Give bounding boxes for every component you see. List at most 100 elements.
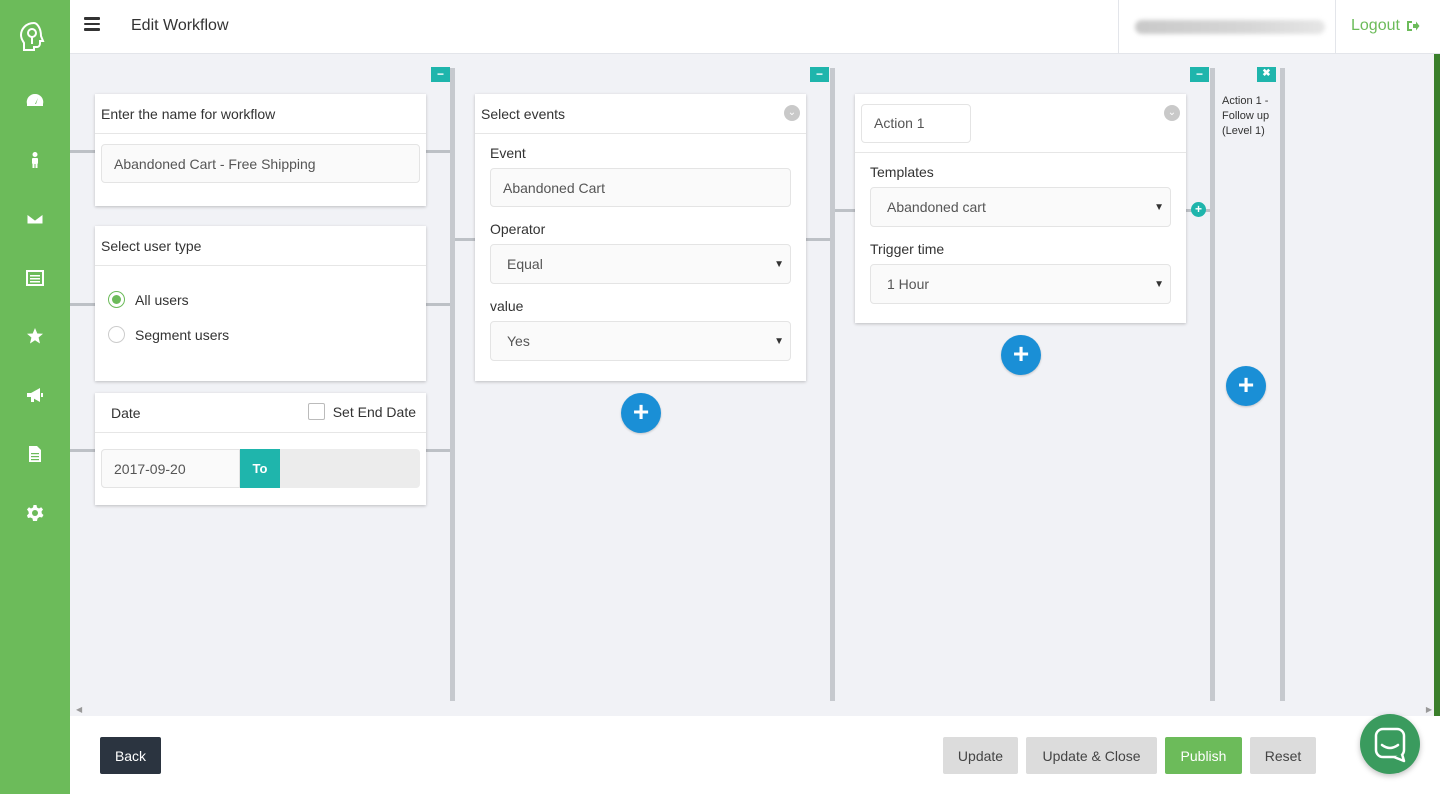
- end-date-input[interactable]: [280, 449, 420, 488]
- start-date-input[interactable]: 2017-09-20: [101, 449, 240, 488]
- trigger-time-value: 1 Hour: [887, 276, 930, 292]
- logout-button[interactable]: Logout: [1351, 17, 1420, 35]
- column-divider: [450, 68, 455, 701]
- card-title: Select user type: [95, 226, 426, 266]
- collapse-column-button[interactable]: −: [431, 67, 450, 82]
- sidebar-item-reports[interactable]: [0, 434, 70, 474]
- caret-down-icon: ▼: [1154, 202, 1164, 213]
- footer-bar: Back Update Update & Close Publish Reset: [70, 716, 1440, 794]
- sidebar-item-lists[interactable]: [0, 258, 70, 298]
- sidebar-item-dashboard[interactable]: [0, 81, 70, 121]
- add-event-button[interactable]: +: [621, 393, 661, 433]
- chat-widget-button[interactable]: [1360, 714, 1420, 774]
- radio-label: All users: [135, 291, 189, 308]
- add-action-button[interactable]: +: [1001, 335, 1041, 375]
- list-icon: [26, 270, 44, 286]
- set-end-date-toggle[interactable]: Set End Date: [307, 403, 416, 420]
- top-header: Edit Workflow Logout: [70, 0, 1440, 54]
- gear-icon: [27, 505, 44, 521]
- collapse-column-button[interactable]: −: [810, 67, 829, 82]
- radio-all-users[interactable]: All users: [108, 291, 426, 308]
- sidebar: [0, 0, 70, 794]
- connector-line: [70, 449, 95, 452]
- brain-logo-icon[interactable]: [17, 20, 51, 54]
- update-close-button[interactable]: Update & Close: [1026, 737, 1157, 774]
- caret-down-icon: ▼: [1154, 279, 1164, 290]
- scroll-left-icon[interactable]: ◀: [76, 705, 82, 714]
- column-divider: [1280, 68, 1285, 701]
- set-end-date-label: Set End Date: [332, 403, 416, 420]
- vertical-scrollbar[interactable]: [1434, 54, 1440, 716]
- connector-line: [70, 150, 95, 153]
- column-divider: [830, 68, 835, 701]
- document-icon: [29, 446, 41, 462]
- value-value: Yes: [507, 333, 530, 349]
- value-select[interactable]: Yes ▼: [490, 321, 791, 361]
- to-label: To: [240, 449, 280, 488]
- followup-label: Action 1 - Follow up (Level 1): [1222, 95, 1270, 137]
- chat-icon: [1374, 727, 1406, 763]
- collapse-column-button[interactable]: −: [1190, 67, 1209, 82]
- radio-segment-users[interactable]: Segment users: [108, 326, 426, 343]
- blurred-username: [1135, 20, 1325, 34]
- connector-line: [426, 449, 450, 452]
- card-title: Enter the name for workflow: [95, 94, 426, 134]
- update-button[interactable]: Update: [943, 737, 1018, 774]
- templates-value: Abandoned cart: [887, 199, 986, 215]
- sidebar-item-campaigns[interactable]: [0, 375, 70, 415]
- star-icon: [27, 328, 43, 344]
- back-button[interactable]: Back: [100, 737, 161, 774]
- date-card-header: Date Set End Date: [95, 393, 426, 433]
- action-name-input[interactable]: Action 1: [861, 103, 971, 143]
- workflow-canvas: − Enter the name for workflow Abandoned …: [70, 54, 1434, 704]
- connector-line: [426, 150, 450, 153]
- operator-value: Equal: [507, 256, 543, 272]
- action-card-header: Action 1 ⌄: [855, 94, 1186, 153]
- user-icon: [32, 152, 38, 168]
- hamburger-menu-icon[interactable]: [84, 17, 100, 31]
- reset-button[interactable]: Reset: [1250, 737, 1316, 774]
- card-title: Select events: [481, 105, 566, 122]
- add-followup-icon[interactable]: +: [1191, 202, 1206, 217]
- operator-select[interactable]: Equal ▼: [490, 244, 791, 284]
- event-input[interactable]: Abandoned Cart: [490, 168, 791, 207]
- page-title: Edit Workflow: [131, 17, 229, 34]
- user-menu[interactable]: [1118, 0, 1336, 54]
- close-column-button[interactable]: ✖: [1257, 67, 1276, 82]
- sign-out-icon: [1406, 21, 1420, 31]
- workflow-name-card: Enter the name for workflow Abandoned Ca…: [95, 94, 426, 206]
- date-range-input: 2017-09-20 To: [101, 449, 420, 488]
- column-divider: [1210, 68, 1215, 701]
- sidebar-item-settings[interactable]: [0, 493, 70, 533]
- value-label: value: [490, 298, 524, 314]
- chevron-down-icon[interactable]: ⌄: [1164, 105, 1180, 121]
- envelope-icon: [26, 213, 44, 225]
- radio-checked[interactable]: [108, 291, 125, 308]
- sidebar-item-favorites[interactable]: [0, 316, 70, 356]
- connector-line: [455, 238, 475, 241]
- event-label: Event: [490, 145, 526, 161]
- scroll-right-icon[interactable]: ▶: [1426, 705, 1432, 714]
- publish-button[interactable]: Publish: [1165, 737, 1242, 774]
- templates-select[interactable]: Abandoned cart ▼: [870, 187, 1171, 227]
- caret-down-icon: ▼: [774, 259, 784, 270]
- workflow-name-input[interactable]: Abandoned Cart - Free Shipping: [101, 144, 420, 183]
- dashboard-icon: [26, 93, 44, 106]
- radio-label: Segment users: [135, 326, 230, 343]
- chevron-down-icon[interactable]: ⌄: [784, 105, 800, 121]
- set-end-date-checkbox[interactable]: [307, 403, 325, 420]
- caret-down-icon: ▼: [774, 336, 784, 347]
- trigger-time-label: Trigger time: [870, 241, 945, 257]
- sidebar-item-users[interactable]: [0, 140, 70, 180]
- date-card: Date Set End Date 2017-09-20 To: [95, 393, 426, 505]
- sidebar-item-email[interactable]: [0, 199, 70, 239]
- megaphone-icon: [27, 388, 43, 402]
- logout-label: Logout: [1351, 17, 1400, 34]
- add-followup-button[interactable]: +: [1226, 366, 1266, 406]
- radio-unchecked[interactable]: [108, 326, 125, 343]
- events-card-header: Select events ⌄: [475, 94, 806, 134]
- operator-label: Operator: [490, 221, 546, 237]
- horizontal-scrollbar[interactable]: ◀ ▶: [70, 704, 1434, 716]
- trigger-time-select[interactable]: 1 Hour ▼: [870, 264, 1171, 304]
- card-title: Date: [111, 404, 141, 421]
